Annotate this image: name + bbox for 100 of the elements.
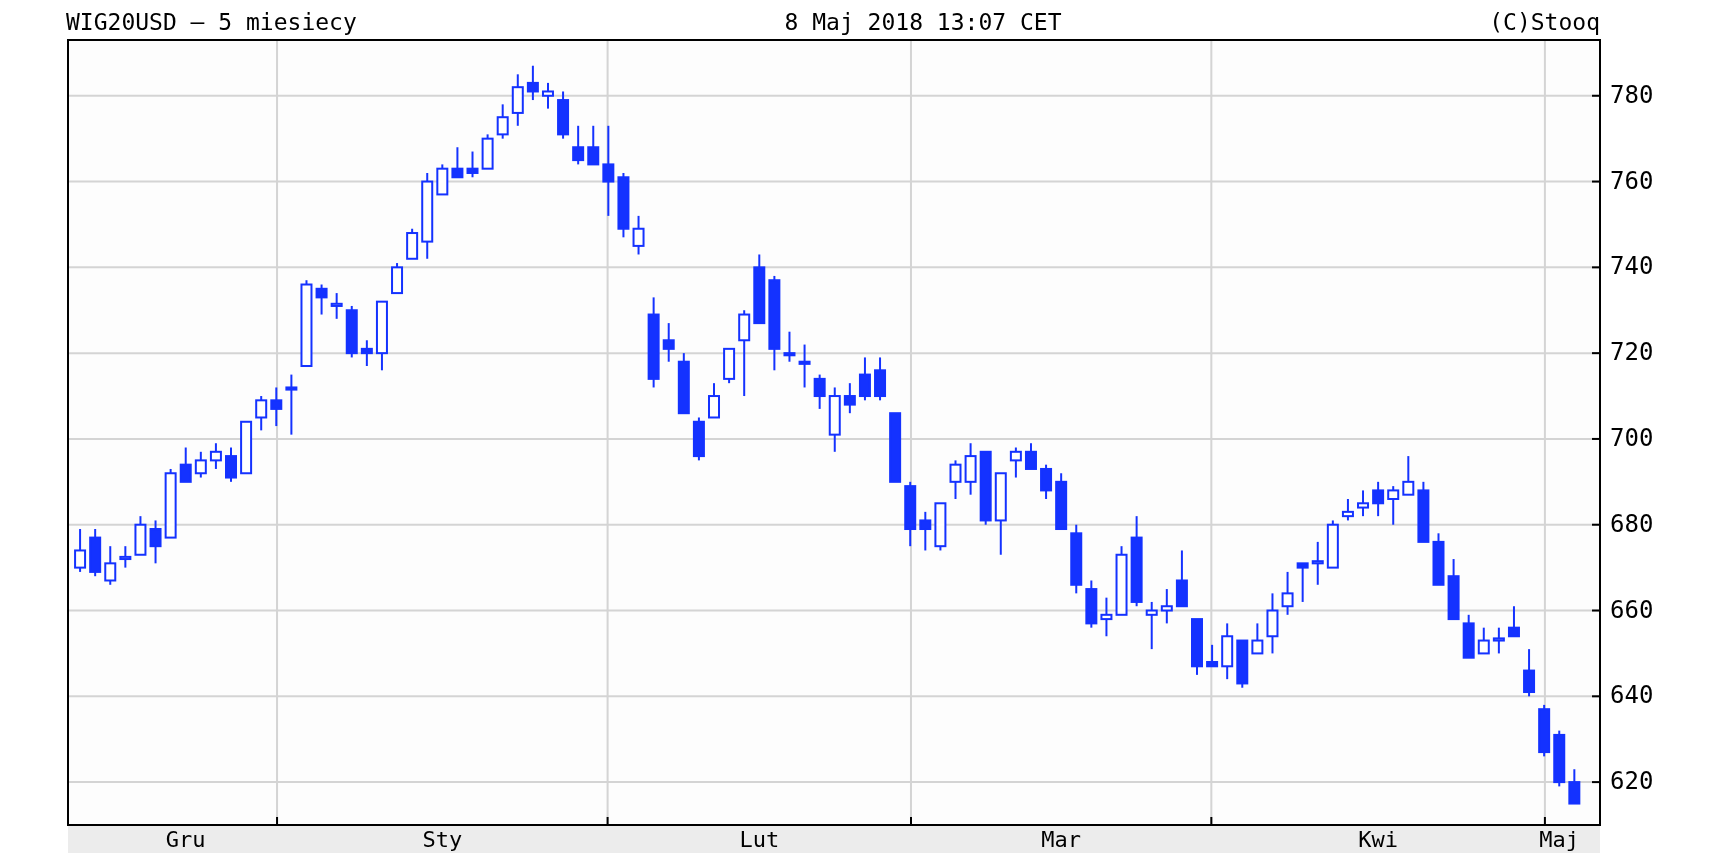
candle <box>481 133 494 170</box>
candle <box>889 412 902 483</box>
candle <box>74 528 87 573</box>
axis-label: Lut <box>739 827 780 852</box>
candle <box>828 386 841 453</box>
candle <box>1432 532 1445 586</box>
axis-label: 640 <box>1610 681 1654 710</box>
candle <box>1417 480 1430 543</box>
timestamp: 8 Maj 2018 13:07 CET <box>784 11 1062 34</box>
candle <box>406 227 419 260</box>
candle <box>1251 622 1264 655</box>
candle <box>1311 540 1324 586</box>
candle <box>1462 613 1475 659</box>
axis-label: 680 <box>1610 509 1654 538</box>
candle <box>858 356 871 402</box>
candle <box>89 528 102 578</box>
candle <box>134 515 147 556</box>
candle <box>1055 472 1068 530</box>
candle <box>1009 446 1022 479</box>
candle <box>1236 639 1249 689</box>
candle <box>708 382 720 419</box>
candle <box>662 322 675 363</box>
candle <box>1191 618 1203 676</box>
candle <box>677 352 690 415</box>
candle <box>1024 442 1037 470</box>
candle <box>1145 600 1158 651</box>
copyright-text: (C)Stooq <box>1489 11 1600 34</box>
candle <box>360 339 373 367</box>
candle <box>1085 579 1098 629</box>
candle <box>557 90 570 140</box>
axis-label: 700 <box>1610 423 1654 452</box>
candle <box>904 480 917 548</box>
candle <box>1402 455 1415 496</box>
candle <box>225 446 237 483</box>
candle <box>1206 643 1219 668</box>
candle <box>466 150 479 179</box>
candle <box>1326 519 1339 569</box>
candle <box>632 214 645 256</box>
candle <box>255 395 268 432</box>
candle <box>542 81 554 110</box>
axis-label: 780 <box>1610 80 1654 109</box>
candle <box>1160 588 1173 625</box>
candle <box>164 467 177 539</box>
candle <box>964 442 977 496</box>
candle <box>1070 523 1083 595</box>
axis-label: Maj <box>1539 827 1580 852</box>
candle <box>270 386 283 428</box>
candle <box>1100 596 1113 638</box>
candle <box>345 304 358 359</box>
candle <box>1175 549 1188 608</box>
candle <box>285 373 298 436</box>
candle <box>194 450 207 479</box>
candle <box>1507 605 1520 638</box>
candle <box>1221 622 1234 681</box>
candle <box>1492 626 1505 655</box>
candle <box>511 73 524 127</box>
candle <box>496 103 509 140</box>
candle <box>1447 558 1460 621</box>
candle <box>1538 703 1551 758</box>
candle <box>1115 545 1128 616</box>
candle <box>451 146 464 179</box>
candle <box>1387 485 1400 526</box>
candle <box>1296 562 1309 603</box>
candle <box>723 347 736 385</box>
candle <box>919 510 932 552</box>
candle <box>753 253 766 325</box>
candle <box>375 300 388 372</box>
candle <box>315 283 328 316</box>
candle <box>391 262 404 295</box>
candle <box>1523 648 1536 698</box>
axis-label: Gru <box>165 827 206 852</box>
axis-label: 660 <box>1610 595 1654 624</box>
candle <box>783 330 796 363</box>
candle <box>209 442 222 470</box>
candle <box>617 172 630 239</box>
axis-label: Kwi <box>1358 827 1398 852</box>
axis-label: Sty <box>422 827 463 852</box>
candle <box>1477 626 1490 655</box>
candle <box>949 459 962 500</box>
axis-label: Mar <box>1041 827 1082 852</box>
candle <box>1281 570 1294 616</box>
candle <box>587 124 600 166</box>
axis-label: 620 <box>1610 767 1654 796</box>
candle <box>934 502 947 552</box>
candle <box>1341 498 1354 522</box>
axis-label: 760 <box>1610 166 1654 195</box>
candle <box>436 163 449 196</box>
axis-label: 720 <box>1610 338 1654 367</box>
candle <box>813 373 826 410</box>
candle <box>119 545 132 569</box>
candle <box>1568 768 1581 805</box>
candle <box>1372 480 1385 518</box>
candle <box>104 545 117 586</box>
candle <box>843 382 856 415</box>
candle <box>572 124 585 166</box>
candle <box>240 420 253 475</box>
candle <box>874 356 887 402</box>
candle <box>330 292 343 320</box>
candle <box>1357 489 1370 518</box>
candle <box>1266 592 1279 655</box>
